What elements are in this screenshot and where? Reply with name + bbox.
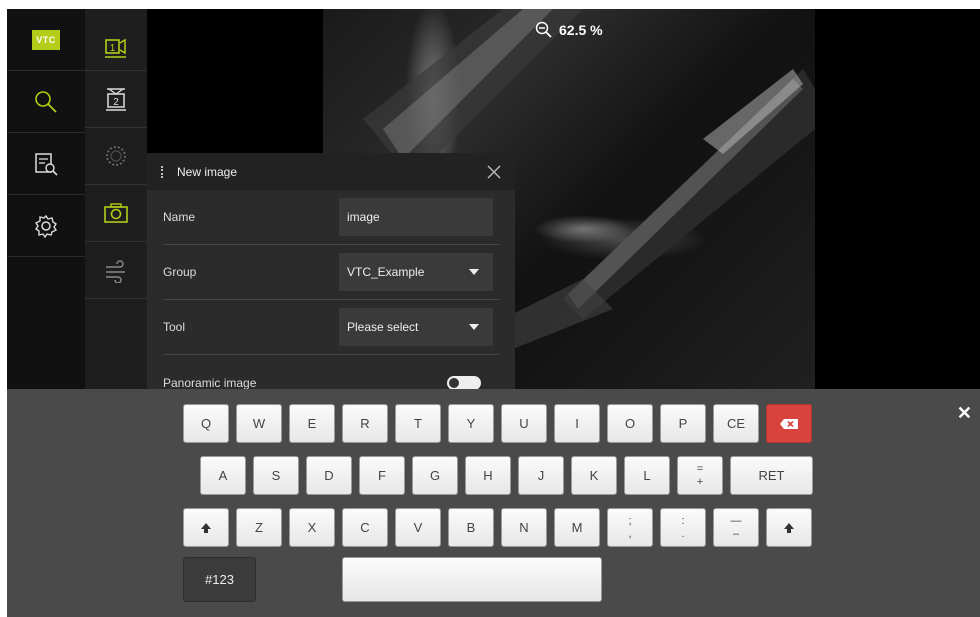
key-endash-label: –: [732, 527, 740, 540]
camera-1-icon: 1: [105, 38, 126, 58]
key-equals-label: =: [696, 462, 704, 475]
key-z[interactable]: Z: [236, 508, 282, 547]
camera-icon: [104, 203, 128, 223]
key-e[interactable]: E: [289, 404, 335, 443]
toolbar-item-airflow[interactable]: [85, 242, 147, 299]
vtc-logo: VTC: [32, 29, 60, 50]
logo-tile: VTC: [7, 9, 85, 71]
shift-arrow-icon: [784, 522, 794, 533]
dialog-title: New image: [177, 164, 238, 179]
key-colon-period[interactable]: : .: [660, 508, 706, 547]
key-t[interactable]: T: [395, 404, 441, 443]
tool-row: Tool Please select: [163, 300, 499, 355]
group-value: VTC_Example: [347, 265, 425, 279]
key-o[interactable]: O: [607, 404, 653, 443]
key-c[interactable]: C: [342, 508, 388, 547]
report-search-icon: [35, 152, 58, 176]
shift-arrow-icon: [201, 522, 211, 533]
key-w[interactable]: W: [236, 404, 282, 443]
name-input[interactable]: image: [339, 198, 493, 236]
key-r[interactable]: R: [342, 404, 388, 443]
camera-2-icon: 2: [106, 88, 126, 111]
tool-value: Please select: [347, 320, 419, 334]
key-numeric-mode[interactable]: #123: [183, 557, 256, 602]
zoom-indicator[interactable]: 62.5 %: [535, 21, 603, 39]
toolbar-item-brightness[interactable]: [85, 128, 147, 185]
main-sidebar: VTC: [7, 9, 85, 389]
backspace-icon: [780, 418, 798, 429]
group-row: Group VTC_Example: [163, 245, 499, 300]
key-shift-right[interactable]: [766, 508, 812, 547]
key-plus-label: +: [696, 475, 704, 488]
key-k[interactable]: K: [571, 456, 617, 495]
toolbar-item-camera-1[interactable]: 1: [85, 9, 147, 71]
magnifier-icon: [35, 90, 57, 113]
key-b[interactable]: B: [448, 508, 494, 547]
zoom-out-icon: [535, 21, 552, 38]
dialog-header[interactable]: New image: [147, 153, 515, 190]
tool-column: 1 2: [85, 9, 147, 389]
key-i[interactable]: I: [554, 404, 600, 443]
key-a[interactable]: A: [200, 456, 246, 495]
air-icon: [106, 260, 125, 283]
key-p[interactable]: P: [660, 404, 706, 443]
chevron-down-icon: [469, 324, 479, 330]
key-clear-entry[interactable]: CE: [713, 404, 759, 443]
key-j[interactable]: J: [518, 456, 564, 495]
key-backspace[interactable]: [766, 404, 812, 443]
key-f[interactable]: F: [359, 456, 405, 495]
tool-select[interactable]: Please select: [339, 308, 493, 346]
key-dash[interactable]: — –: [713, 508, 759, 547]
tool-label: Tool: [163, 320, 186, 334]
sidebar-item-reports[interactable]: [7, 133, 85, 195]
toolbar-item-capture[interactable]: [85, 185, 147, 242]
close-icon[interactable]: [487, 165, 501, 179]
key-y[interactable]: Y: [448, 404, 494, 443]
sidebar-item-inspect[interactable]: [7, 71, 85, 133]
key-colon-label: :: [681, 514, 685, 527]
key-equals-plus[interactable]: = +: [677, 456, 723, 495]
gear-icon: [34, 214, 58, 238]
group-label: Group: [163, 265, 197, 279]
chevron-down-icon: [469, 269, 479, 275]
key-semicolon-label: ;: [628, 514, 632, 527]
sidebar-item-settings[interactable]: [7, 195, 85, 257]
keyboard-close-icon[interactable]: ✕: [957, 403, 972, 424]
key-return[interactable]: RET: [730, 456, 813, 495]
key-n[interactable]: N: [501, 508, 547, 547]
light-ring-icon: [106, 146, 126, 166]
svg-text:2: 2: [113, 97, 119, 108]
name-label: Name: [163, 210, 196, 224]
on-screen-keyboard: ✕ Q W E R T Y U I O P CE A S D F G H J K…: [7, 389, 980, 617]
key-emdash-label: —: [730, 514, 742, 527]
panoramic-row: Panoramic image: [163, 355, 499, 389]
toolbar-item-camera-2[interactable]: 2: [85, 71, 147, 128]
key-x[interactable]: X: [289, 508, 335, 547]
panoramic-label: Panoramic image: [163, 375, 257, 390]
drag-handle-icon[interactable]: [161, 165, 163, 178]
key-h[interactable]: H: [465, 456, 511, 495]
zoom-value: 62.5 %: [559, 22, 603, 38]
name-row: Name image: [163, 190, 499, 245]
key-v[interactable]: V: [395, 508, 441, 547]
name-value: image: [347, 210, 380, 224]
new-image-dialog: New image Name image Group VTC_Example T…: [147, 153, 515, 389]
key-shift-left[interactable]: [183, 508, 229, 547]
key-comma-label: ,: [628, 527, 632, 540]
group-select[interactable]: VTC_Example: [339, 253, 493, 291]
panoramic-toggle[interactable]: [447, 375, 481, 389]
key-l[interactable]: L: [624, 456, 670, 495]
key-period-label: .: [681, 527, 685, 540]
key-semicolon-comma[interactable]: ; ,: [607, 508, 653, 547]
key-s[interactable]: S: [253, 456, 299, 495]
key-q[interactable]: Q: [183, 404, 229, 443]
svg-text:1: 1: [110, 43, 116, 54]
key-u[interactable]: U: [501, 404, 547, 443]
key-space[interactable]: [342, 557, 602, 602]
key-g[interactable]: G: [412, 456, 458, 495]
key-d[interactable]: D: [306, 456, 352, 495]
key-m[interactable]: M: [554, 508, 600, 547]
